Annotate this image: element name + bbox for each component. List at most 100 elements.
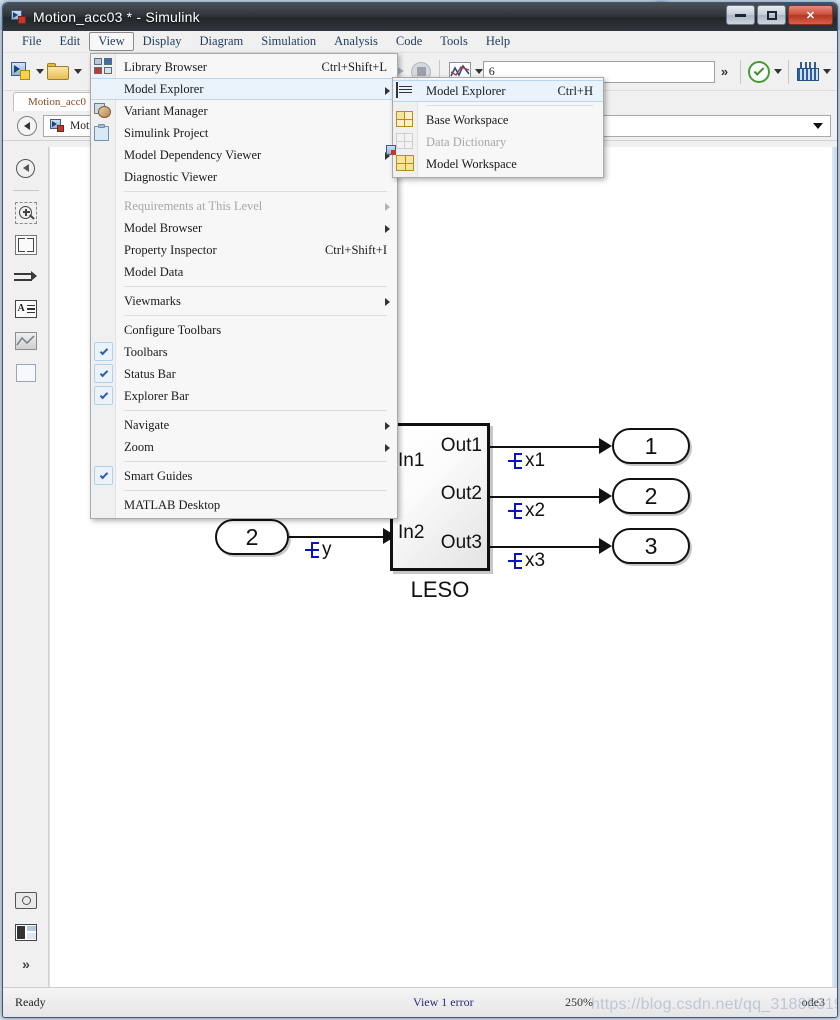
signal-label-x2[interactable]: x2 [508, 500, 545, 522]
menu-item-status-bar[interactable]: Status Bar [91, 363, 397, 385]
output-port-number: 1 [644, 432, 658, 459]
menu-item-label: Model Workspace [426, 156, 517, 171]
menu-item-label: Property Inspector [124, 242, 217, 257]
menu-simulation[interactable]: Simulation [252, 31, 325, 52]
minimize-button[interactable] [726, 5, 755, 25]
sidebar-item-fit[interactable] [11, 230, 41, 260]
menu-view[interactable]: View [89, 32, 134, 51]
toolbar-overflow-button[interactable]: » [715, 64, 734, 79]
check-model-icon [748, 60, 771, 83]
open-folder-icon [46, 63, 69, 80]
sidebar-item-scope[interactable] [11, 326, 41, 356]
model-icon [50, 118, 65, 133]
status-zoom-level[interactable]: 250% [565, 995, 593, 1010]
menu-item-variant-manager[interactable]: Variant Manager [91, 100, 397, 122]
menu-item-label: Model Explorer [124, 81, 204, 96]
sidebar-item-zoom[interactable] [11, 198, 41, 228]
menu-item-configure-toolbars[interactable]: Configure Toolbars [91, 319, 397, 341]
output-port-block-1[interactable]: 1 [612, 428, 690, 464]
new-model-button[interactable] [9, 59, 34, 85]
menu-help[interactable]: Help [477, 31, 519, 52]
menu-item-viewmarks[interactable]: Viewmarks [91, 290, 397, 312]
menu-item-navigate[interactable]: Navigate [91, 414, 397, 436]
leso-output-out2: Out2 [440, 483, 482, 504]
menu-analysis[interactable]: Analysis [325, 31, 387, 52]
leso-block[interactable]: In1 In2 Out1 Out2 Out3 [390, 423, 490, 571]
menu-file[interactable]: File [13, 31, 50, 52]
new-model-dropdown-icon[interactable] [35, 69, 44, 74]
arrow-icon [599, 538, 612, 554]
input-port-block[interactable]: 2 [215, 519, 289, 555]
menu-separator [124, 286, 387, 287]
sidebar-item-signals[interactable] [11, 262, 41, 292]
open-dropdown-icon[interactable] [73, 69, 82, 74]
menu-tools[interactable]: Tools [431, 31, 477, 52]
canvas-toolbar: A » [3, 147, 49, 987]
menu-item-model-dependency-viewer[interactable]: Model Dependency Viewer [91, 144, 397, 166]
update-model-button[interactable] [747, 59, 772, 85]
open-model-button[interactable] [44, 59, 72, 85]
submenu-item-model-workspace[interactable]: Model Workspace [386, 145, 603, 175]
signal-label-x1[interactable]: x1 [508, 450, 545, 472]
update-model-dropdown-icon[interactable] [773, 69, 782, 74]
submenu-item-model-explorer[interactable]: Model Explorer Ctrl+H [393, 80, 603, 102]
menu-item-toolbars[interactable]: Toolbars [91, 341, 397, 363]
navigate-back-button[interactable] [17, 115, 37, 136]
leso-output-out1: Out1 [440, 435, 482, 456]
sidebar-item-layout[interactable] [11, 917, 41, 947]
maximize-button[interactable] [757, 5, 786, 25]
menu-item-matlab-desktop[interactable]: MATLAB Desktop [91, 494, 397, 516]
submenu-arrow-icon [385, 444, 390, 452]
menu-item-label: Viewmarks [124, 293, 181, 308]
signal-label-x3[interactable]: x3 [508, 550, 545, 572]
close-button[interactable]: ✕ [788, 5, 833, 25]
tab-motion-acc03[interactable]: Motion_acc0 [13, 92, 101, 111]
submenu-arrow-icon [385, 87, 390, 95]
menu-edit[interactable]: Edit [50, 31, 89, 52]
signal-label-y[interactable]: y [305, 539, 332, 561]
menu-item-diagnostic-viewer[interactable]: Diagnostic Viewer [91, 166, 397, 188]
menu-item-zoom[interactable]: Zoom [91, 436, 397, 458]
build-dropdown-icon[interactable] [822, 69, 831, 74]
toolbar-separator [740, 59, 742, 84]
menu-item-explorer-bar[interactable]: Explorer Bar [91, 385, 397, 407]
output-port-block-2[interactable]: 2 [612, 478, 690, 514]
status-error-link[interactable]: View 1 error [413, 995, 474, 1010]
status-bar: Ready View 1 error 250% ode3 https://blo… [3, 987, 837, 1017]
expand-more-icon: » [22, 956, 30, 972]
sidebar-item-snapshot[interactable] [11, 885, 41, 915]
menu-item-simulink-project[interactable]: Simulink Project [91, 122, 397, 144]
leso-output-out3: Out3 [440, 532, 482, 553]
menu-item-model-explorer[interactable]: Model Explorer [91, 78, 397, 100]
chevron-down-icon[interactable] [813, 122, 823, 129]
fit-to-view-icon [14, 235, 37, 255]
sidebar-item-more[interactable]: » [11, 949, 41, 979]
sidebar-item-block[interactable] [11, 358, 41, 388]
menu-item-label: Smart Guides [124, 468, 193, 483]
submenu-item-base-workspace[interactable]: Base Workspace [393, 109, 603, 131]
menu-item-library-browser[interactable]: Library Browser Ctrl+Shift+L [91, 56, 397, 78]
wire-out1[interactable] [490, 446, 605, 448]
menu-separator [124, 191, 387, 192]
sidebar-item-annotation[interactable]: A [11, 294, 41, 324]
annotation-icon: A [14, 300, 37, 318]
menu-item-property-inspector[interactable]: Property Inspector Ctrl+Shift+I [91, 239, 397, 261]
canvas-vertical-scrollbar[interactable] [832, 147, 837, 987]
menu-display[interactable]: Display [134, 31, 191, 52]
sidebar-item-back[interactable] [11, 153, 41, 183]
menu-item-smart-guides[interactable]: Smart Guides [91, 465, 397, 487]
output-port-block-3[interactable]: 3 [612, 528, 690, 564]
menu-separator [426, 105, 593, 106]
build-model-button[interactable] [795, 59, 821, 85]
menu-diagram[interactable]: Diagram [191, 31, 253, 52]
wire-out3[interactable] [490, 546, 605, 548]
menu-item-label: Model Browser [124, 220, 203, 235]
wire-out2[interactable] [490, 496, 605, 498]
layout-panel-icon [15, 923, 37, 941]
status-solver[interactable]: ode3 [802, 995, 825, 1010]
menu-item-model-data[interactable]: Model Data [91, 261, 397, 283]
simulation-mode-dropdown-icon[interactable] [474, 69, 483, 74]
menu-code[interactable]: Code [387, 31, 431, 52]
wire-input-to-leso[interactable] [289, 536, 389, 538]
menu-item-model-browser[interactable]: Model Browser [91, 217, 397, 239]
